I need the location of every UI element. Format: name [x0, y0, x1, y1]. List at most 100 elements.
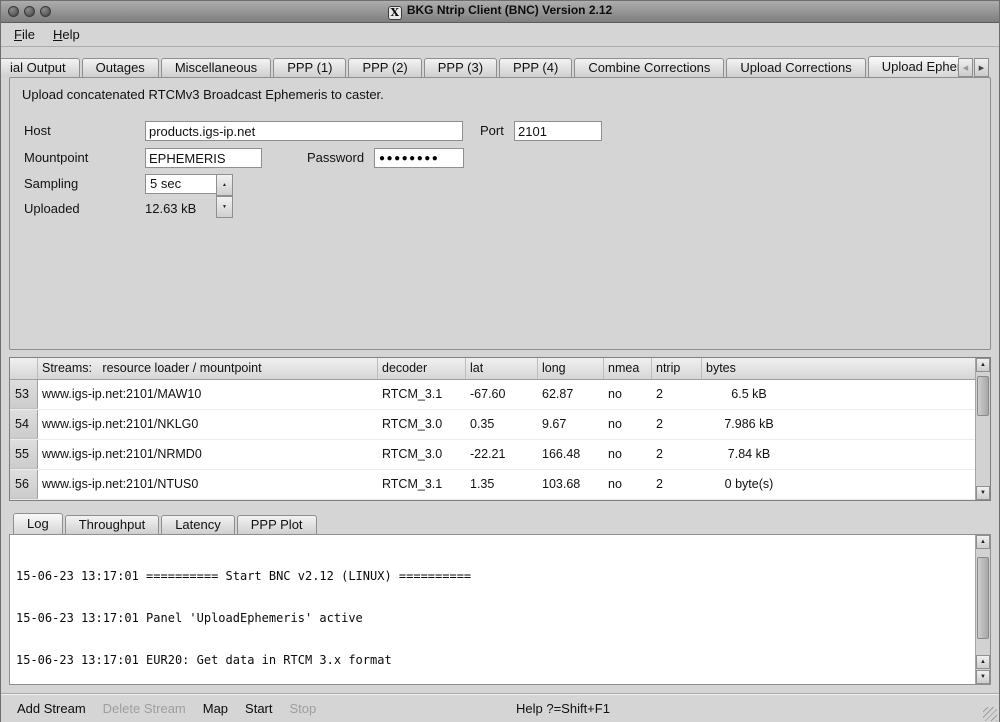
port-label: Port — [480, 121, 504, 141]
header-ntrip[interactable]: ntrip — [652, 358, 702, 379]
tab-combine-corrections[interactable]: Combine Corrections — [574, 58, 724, 77]
resize-grip[interactable] — [983, 707, 997, 721]
cell-nmea: no — [604, 440, 652, 469]
mountpoint-input[interactable] — [145, 148, 262, 168]
tab-throughput[interactable]: Throughput — [65, 515, 160, 534]
menubar: File Help — [1, 23, 999, 47]
cell-bytes-value: 6.5 kB — [706, 380, 792, 409]
minimize-button[interactable] — [24, 6, 35, 17]
log-scrollbar[interactable]: ▲ ▲ ▼ — [975, 535, 990, 684]
titlebar[interactable]: XBKG Ntrip Client (BNC) Version 2.12 — [1, 1, 999, 23]
header-long[interactable]: long — [538, 358, 604, 379]
scrollbar-thumb[interactable] — [977, 557, 989, 639]
help-shortcut-label: Help ?=Shift+F1 — [516, 694, 610, 722]
cell-nmea: no — [604, 380, 652, 409]
tab-outages[interactable]: Outages — [82, 58, 159, 77]
streams-table-header: Streams: resource loader / mountpoint de… — [10, 358, 975, 380]
sampling-row: Sampling 5 sec ▲ ▼ — [10, 174, 990, 194]
tab-ppp-2[interactable]: PPP (2) — [348, 58, 421, 77]
tab-ppp-3[interactable]: PPP (3) — [424, 58, 497, 77]
password-label: Password — [307, 148, 364, 168]
spin-up-icon[interactable]: ▲ — [216, 174, 233, 196]
cell-bytes-value: 7.84 kB — [706, 440, 792, 469]
sampling-value: 5 sec — [150, 175, 181, 193]
tab-upload-corrections[interactable]: Upload Corrections — [726, 58, 865, 77]
cell-bytes-value: 0 byte(s) — [706, 470, 792, 499]
scroll-down-icon[interactable]: ▼ — [976, 486, 990, 500]
upload-ephemeris-panel: Upload concatenated RTCMv3 Broadcast Eph… — [9, 77, 991, 350]
config-tabbar: ial Output Outages Miscellaneous PPP (1)… — [1, 56, 959, 77]
cell-bytes: 0 byte(s) — [702, 470, 975, 499]
uploaded-row: Uploaded 12.63 kB — [10, 199, 990, 219]
sampling-spinbox[interactable]: 5 sec ▲ ▼ — [145, 174, 233, 194]
bnc-window: XBKG Ntrip Client (BNC) Version 2.12 Fil… — [0, 0, 1000, 722]
tab-serial-output[interactable]: ial Output — [1, 58, 80, 77]
tab-upload-ephemeris[interactable]: Upload Ephemeris — [868, 56, 959, 77]
tab-ppp-4[interactable]: PPP (4) — [499, 58, 572, 77]
cell-bytes: 6.5 kB — [702, 380, 975, 409]
bottom-tabbar: Log Throughput Latency PPP Plot — [9, 513, 991, 534]
cell-mountpoint: www.igs-ip.net:2101/NKLG0 — [38, 410, 378, 439]
tab-scroll-right-icon[interactable]: ▶ — [974, 58, 989, 77]
table-row[interactable]: 56 www.igs-ip.net:2101/NTUS0 RTCM_3.1 1.… — [10, 470, 975, 500]
tab-ppp-1[interactable]: PPP (1) — [273, 58, 346, 77]
tab-latency[interactable]: Latency — [161, 515, 235, 534]
tab-log[interactable]: Log — [13, 513, 63, 534]
cell-lat: 1.35 — [466, 470, 538, 499]
stop-button[interactable]: Stop — [290, 701, 317, 716]
zoom-button[interactable] — [40, 6, 51, 17]
scroll-up-icon[interactable]: ▲ — [976, 358, 990, 372]
delete-stream-button[interactable]: Delete Stream — [103, 701, 186, 716]
scroll-down-icon[interactable]: ▼ — [976, 670, 990, 684]
tab-miscellaneous[interactable]: Miscellaneous — [161, 58, 271, 77]
header-bytes[interactable]: bytes — [702, 358, 975, 379]
cell-lat: -22.21 — [466, 440, 538, 469]
row-number: 53 — [10, 380, 38, 409]
table-corner — [10, 358, 38, 379]
cell-mountpoint: www.igs-ip.net:2101/NRMD0 — [38, 440, 378, 469]
table-row[interactable]: 53 www.igs-ip.net:2101/MAW10 RTCM_3.1 -6… — [10, 380, 975, 410]
port-input[interactable] — [514, 121, 602, 141]
log-line: 15-06-23 13:17:01 ========== Start BNC v… — [16, 569, 970, 583]
host-row: Host Port — [10, 121, 990, 141]
menu-file[interactable]: File — [5, 24, 44, 46]
streams-table: Streams: resource loader / mountpoint de… — [9, 357, 991, 501]
table-row[interactable]: 54 www.igs-ip.net:2101/NKLG0 RTCM_3.0 0.… — [10, 410, 975, 440]
cell-ntrip: 2 — [652, 470, 702, 499]
window-title: XBKG Ntrip Client (BNC) Version 2.12 — [1, 3, 999, 20]
log-text: 15-06-23 13:17:01 ========== Start BNC v… — [10, 535, 990, 685]
cell-decoder: RTCM_3.1 — [378, 470, 466, 499]
add-stream-button[interactable]: Add Stream — [17, 701, 86, 716]
row-number: 54 — [10, 410, 38, 439]
log-line: 15-06-23 13:17:01 EUR20: Get data in RTC… — [16, 653, 970, 667]
cell-lat: -67.60 — [466, 380, 538, 409]
table-row[interactable]: 55 www.igs-ip.net:2101/NRMD0 RTCM_3.0 -2… — [10, 440, 975, 470]
panel-description: Upload concatenated RTCMv3 Broadcast Eph… — [22, 87, 384, 102]
scrollbar-thumb[interactable] — [977, 376, 989, 416]
row-number: 55 — [10, 440, 38, 469]
statusbar: Add Stream Delete Stream Map Start Stop … — [1, 693, 999, 722]
cell-bytes-value: 7.986 kB — [706, 410, 792, 439]
password-input[interactable]: ●●●●●●●● — [374, 148, 464, 168]
sampling-label: Sampling — [24, 174, 78, 194]
header-nmea[interactable]: nmea — [604, 358, 652, 379]
cell-bytes: 7.986 kB — [702, 410, 975, 439]
header-decoder[interactable]: decoder — [378, 358, 466, 379]
cell-long: 166.48 — [538, 440, 604, 469]
host-input[interactable] — [145, 121, 463, 141]
map-button[interactable]: Map — [203, 701, 228, 716]
cell-ntrip: 2 — [652, 410, 702, 439]
scroll-up-icon[interactable]: ▲ — [976, 655, 990, 669]
menu-help[interactable]: Help — [44, 24, 89, 46]
tab-scroll-controls: ◀ ▶ — [957, 58, 989, 77]
header-mountpoint[interactable]: Streams: resource loader / mountpoint — [38, 358, 378, 379]
cell-nmea: no — [604, 410, 652, 439]
header-lat[interactable]: lat — [466, 358, 538, 379]
start-button[interactable]: Start — [245, 701, 272, 716]
scroll-up-icon[interactable]: ▲ — [976, 535, 990, 549]
close-button[interactable] — [8, 6, 19, 17]
window-controls — [8, 6, 51, 17]
streams-scrollbar[interactable]: ▲ ▼ — [975, 358, 990, 500]
tab-scroll-left-icon[interactable]: ◀ — [958, 58, 973, 77]
tab-ppp-plot[interactable]: PPP Plot — [237, 515, 317, 534]
